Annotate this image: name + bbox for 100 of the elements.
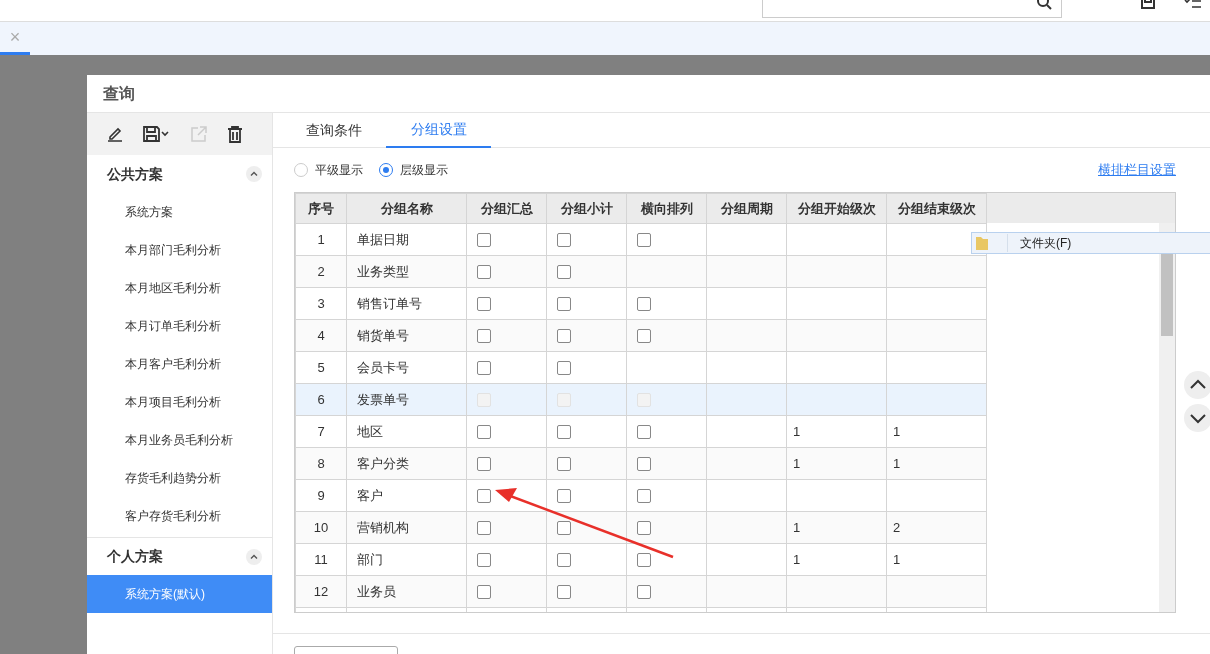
checkbox[interactable]: [557, 457, 571, 472]
checkbox[interactable]: [477, 233, 491, 248]
checkbox[interactable]: [557, 361, 571, 376]
table-cell: 1: [295, 223, 347, 256]
table-cell: 营销机构: [346, 511, 467, 544]
checkbox[interactable]: [637, 329, 651, 344]
scheme-item[interactable]: 本月部门毛利分析: [87, 231, 272, 269]
scheme-item[interactable]: 本月项目毛利分析: [87, 383, 272, 421]
table-cell: 1: [793, 551, 801, 567]
table-cell: 地区: [346, 415, 467, 448]
checkbox[interactable]: [557, 521, 571, 536]
checkbox[interactable]: [637, 457, 651, 472]
table-cell: 客户分类: [346, 447, 467, 480]
tab[interactable]: 分组设置: [386, 113, 491, 148]
group-title: 个人方案: [107, 547, 163, 566]
checkbox[interactable]: [557, 585, 571, 600]
table-cell: 1: [793, 519, 801, 535]
scrollbar[interactable]: [1159, 223, 1175, 612]
table-cell: 销售订单号: [346, 287, 467, 320]
column-header: 分组周期: [706, 193, 787, 224]
edit-icon[interactable]: [107, 126, 123, 142]
checkbox[interactable]: [477, 425, 491, 440]
table-cell: 销货单号: [346, 319, 467, 352]
collapse-icon[interactable]: [246, 548, 262, 565]
table-cell: 2: [295, 255, 347, 288]
column-header: 分组名称: [346, 193, 467, 224]
table-cell: 1: [793, 455, 801, 471]
table-cell: 3: [295, 287, 347, 320]
checkbox[interactable]: [477, 361, 491, 376]
table-cell: 2: [893, 519, 901, 535]
table-cell: 1: [793, 423, 801, 439]
checkbox[interactable]: [557, 489, 571, 504]
menu-item[interactable]: 文件夹(F): [972, 233, 1072, 253]
checkbox[interactable]: [477, 265, 491, 280]
scheme-item[interactable]: 存货毛利趋势分析: [87, 459, 272, 497]
table-cell: 业务员: [346, 575, 467, 608]
table-cell: 12: [295, 575, 347, 608]
checkbox[interactable]: [637, 297, 651, 312]
table-cell: 4: [295, 319, 347, 352]
scheme-item[interactable]: 本月业务员毛利分析: [87, 421, 272, 459]
table-cell: 10: [295, 511, 347, 544]
table-cell: 1: [893, 455, 901, 471]
scheme-item[interactable]: 本月地区毛利分析: [87, 269, 272, 307]
column-header: 序号: [295, 193, 347, 224]
scheme-item[interactable]: 本月订单毛利分析: [87, 307, 272, 345]
checkbox[interactable]: [557, 553, 571, 568]
column-header: 横向排列: [626, 193, 707, 224]
table-cell: 会员卡号: [346, 351, 467, 384]
column-header: 分组开始级次: [786, 193, 887, 224]
table-cell: 单据日期: [346, 223, 467, 256]
checkbox[interactable]: [477, 521, 491, 536]
checkbox[interactable]: [557, 265, 571, 280]
table-cell: 发票单号: [346, 383, 467, 416]
scroll-down-icon[interactable]: [1184, 404, 1210, 432]
radio-option[interactable]: 层级显示: [379, 161, 448, 179]
column-header: 分组小计: [546, 193, 627, 224]
checkbox[interactable]: [477, 297, 491, 312]
column-settings-link[interactable]: 横排栏目设置: [1098, 160, 1176, 180]
checkbox[interactable]: [477, 585, 491, 600]
table-cell: 9: [295, 479, 347, 512]
checkbox[interactable]: [637, 585, 651, 600]
table-cell: 5: [295, 351, 347, 384]
column-header: 分组汇总: [466, 193, 547, 224]
checkbox[interactable]: [637, 521, 651, 536]
checkbox[interactable]: [557, 233, 571, 248]
scheme-item[interactable]: 系统方案: [87, 193, 272, 231]
dialog-title: 查询: [103, 83, 135, 104]
delete-icon[interactable]: [227, 125, 243, 143]
scheme-item[interactable]: 客户存货毛利分析: [87, 497, 272, 535]
table-cell: 11: [295, 543, 347, 576]
tab[interactable]: 查询条件: [281, 113, 386, 148]
save-icon[interactable]: [1140, 0, 1156, 10]
folder-icon: [975, 235, 989, 251]
table-cell: 客户: [346, 479, 467, 512]
checkbox[interactable]: [557, 297, 571, 312]
table-cell: 7: [295, 415, 347, 448]
table-cell: 1: [893, 551, 901, 567]
table-cell: 8: [295, 447, 347, 480]
scroll-up-icon[interactable]: [1184, 371, 1210, 399]
scheme-item[interactable]: 本月客户毛利分析: [87, 345, 272, 383]
checkbox[interactable]: [557, 329, 571, 344]
table-cell: 业务类型: [346, 255, 467, 288]
group-title: 公共方案: [107, 164, 163, 184]
table-cell: 1: [893, 423, 901, 439]
list-icon[interactable]: [1184, 0, 1202, 10]
save-dropdown-icon[interactable]: [143, 126, 171, 142]
checkbox[interactable]: [637, 233, 651, 248]
collapse-icon[interactable]: [246, 166, 262, 182]
checkbox[interactable]: [477, 489, 491, 504]
table-cell: 部门: [346, 543, 467, 576]
column-header: 分组结束级次: [886, 193, 987, 224]
checkbox[interactable]: [637, 425, 651, 440]
table-cell: 6: [295, 383, 347, 416]
checkbox[interactable]: [477, 553, 491, 568]
checkbox[interactable]: [477, 457, 491, 472]
checkbox[interactable]: [477, 329, 491, 344]
checkbox[interactable]: [637, 553, 651, 568]
radio-option[interactable]: 平级显示: [294, 161, 363, 179]
checkbox[interactable]: [637, 489, 651, 504]
checkbox[interactable]: [557, 425, 571, 440]
